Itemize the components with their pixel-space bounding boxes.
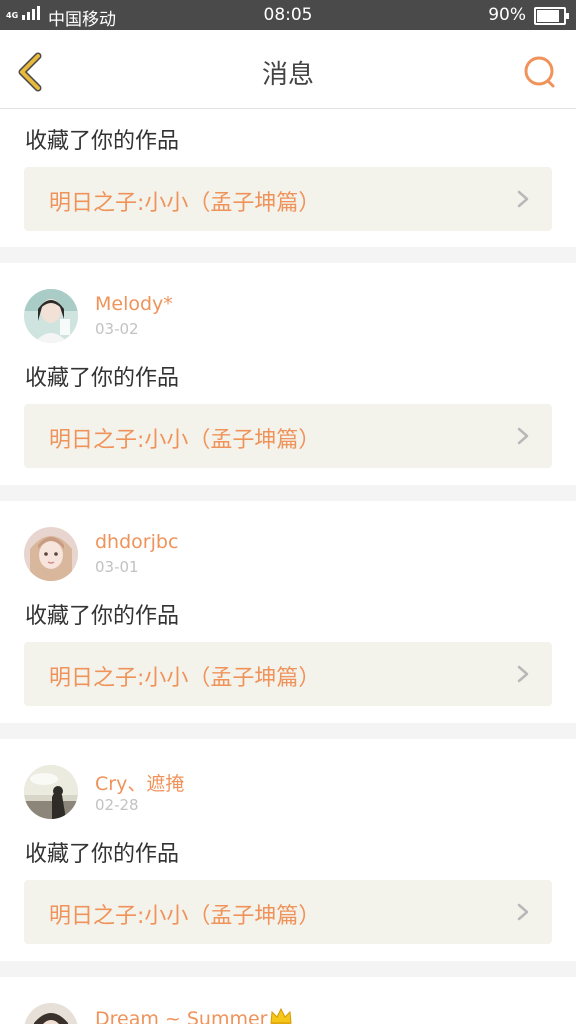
chevron-right-icon [517,903,529,921]
battery-percent: 90% [488,5,526,25]
action-text: 收藏了你的作品 [25,129,180,154]
message-date: 03-01 [95,558,139,576]
chevron-right-icon [517,665,529,683]
action-text: 收藏了你的作品 [25,842,180,867]
work-link[interactable]: 明日之子:小小（孟子坤篇） [24,880,552,944]
chevron-right-icon [517,427,529,445]
search-button[interactable] [522,54,558,90]
message-card: Dream ~ Summer [0,977,576,1024]
avatar[interactable] [24,1003,78,1024]
work-link[interactable]: 明日之子:小小（孟子坤篇） [24,167,552,231]
nav-bar: 消息 [0,30,576,109]
user-name[interactable]: Melody* [95,293,173,315]
action-text: 收藏了你的作品 [25,366,180,391]
action-text: 收藏了你的作品 [25,604,180,629]
work-title: 明日之子:小小（孟子坤篇） [49,428,321,453]
avatar[interactable] [24,289,78,343]
message-date: 03-02 [95,320,139,338]
battery-icon [534,7,569,25]
status-bar: 4G 中国移动 08:05 90% [0,0,576,30]
message-list[interactable]: 收藏了你的作品 明日之子:小小（孟子坤篇） Melody* 03-02 收藏了你… [0,109,576,1024]
message-card: Cry、遮掩 02-28 收藏了你的作品 明日之子:小小（孟子坤篇） [0,739,576,961]
avatar[interactable] [24,765,78,819]
avatar[interactable] [24,527,78,581]
user-name[interactable]: Cry、遮掩 [95,769,184,796]
user-name[interactable]: dhdorjbc [95,531,178,553]
message-date: 02-28 [95,796,139,814]
user-name-text: Dream ~ Summer [95,1008,268,1024]
page-title: 消息 [261,60,314,90]
message-card: dhdorjbc 03-01 收藏了你的作品 明日之子:小小（孟子坤篇） [0,501,576,723]
work-title: 明日之子:小小（孟子坤篇） [49,191,321,216]
user-name[interactable]: Dream ~ Summer [95,1007,293,1024]
work-title: 明日之子:小小（孟子坤篇） [49,666,321,691]
chevron-right-icon [517,190,529,208]
message-card: 收藏了你的作品 明日之子:小小（孟子坤篇） [0,109,576,247]
message-card: Melody* 03-02 收藏了你的作品 明日之子:小小（孟子坤篇） [0,263,576,485]
search-icon [524,56,555,88]
work-link[interactable]: 明日之子:小小（孟子坤篇） [24,642,552,706]
work-link[interactable]: 明日之子:小小（孟子坤篇） [24,404,552,468]
crown-icon [270,1007,293,1024]
work-title: 明日之子:小小（孟子坤篇） [49,904,321,929]
